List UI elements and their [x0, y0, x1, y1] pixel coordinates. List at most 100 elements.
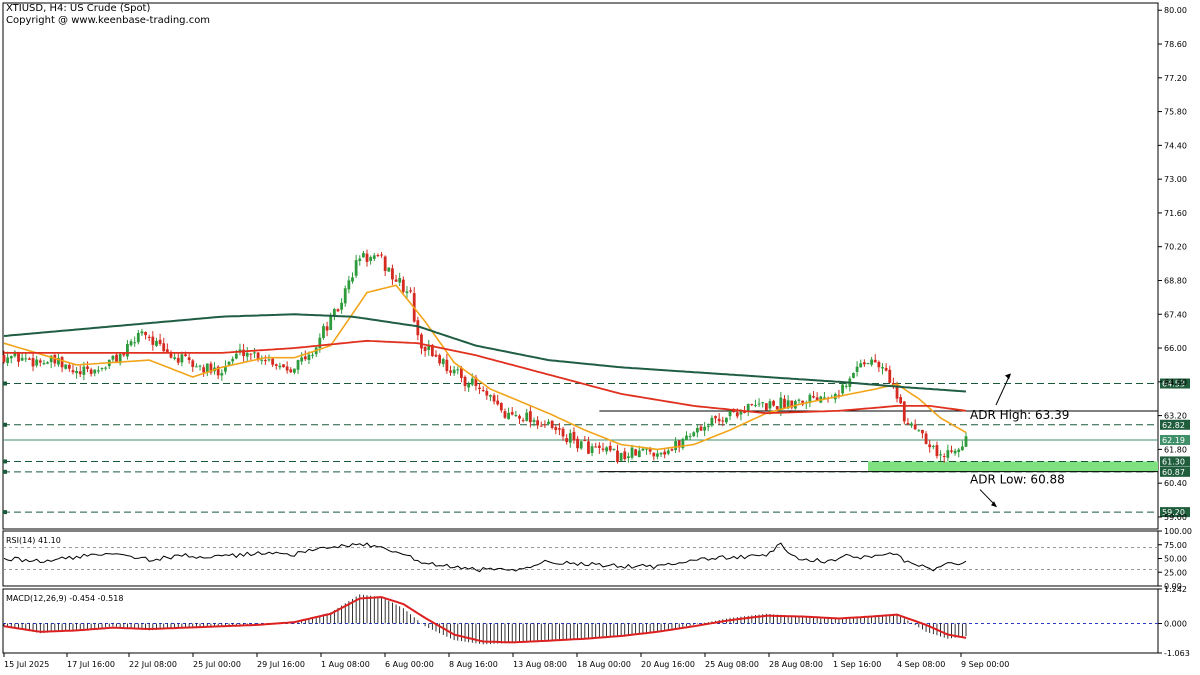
candle-down[interactable]: [380, 254, 383, 256]
candle-up[interactable]: [746, 404, 750, 412]
candle-up[interactable]: [180, 354, 184, 363]
candle-down[interactable]: [942, 456, 946, 458]
candle-up[interactable]: [870, 359, 874, 365]
candle-down[interactable]: [906, 423, 910, 425]
candle-up[interactable]: [227, 361, 231, 365]
candle-down[interactable]: [499, 403, 503, 411]
candle-down[interactable]: [877, 361, 881, 368]
candle-down[interactable]: [608, 445, 612, 451]
candle-up[interactable]: [547, 421, 550, 424]
candle-down[interactable]: [274, 364, 278, 366]
candle-up[interactable]: [456, 369, 460, 371]
candle-down[interactable]: [634, 449, 638, 456]
price-chart[interactable]: 64.5362.8262.1961.3060.8759.20 ADR High:…: [0, 0, 1200, 675]
candle-up[interactable]: [692, 432, 696, 437]
candle-down[interactable]: [576, 438, 579, 449]
candle-down[interactable]: [89, 369, 93, 374]
candle-down[interactable]: [485, 390, 489, 396]
candle-up[interactable]: [514, 414, 518, 417]
candle-up[interactable]: [296, 360, 300, 370]
candle-up[interactable]: [300, 357, 304, 362]
candle-up[interactable]: [659, 452, 663, 455]
candle-down[interactable]: [735, 412, 739, 417]
candle-down[interactable]: [187, 357, 191, 361]
candle-down[interactable]: [772, 400, 775, 406]
candle-down[interactable]: [587, 441, 590, 454]
candle-up[interactable]: [666, 450, 670, 454]
candle-up[interactable]: [231, 358, 235, 362]
candle-up[interactable]: [489, 395, 492, 397]
candle-down[interactable]: [721, 420, 725, 422]
candle-down[interactable]: [884, 368, 888, 371]
candle-up[interactable]: [20, 357, 24, 361]
candle-down[interactable]: [249, 353, 253, 355]
candle-down[interactable]: [144, 332, 147, 336]
candle-up[interactable]: [605, 447, 609, 452]
candle-down[interactable]: [565, 438, 569, 442]
candle-up[interactable]: [630, 447, 634, 458]
candle-up[interactable]: [267, 359, 271, 361]
candle-up[interactable]: [797, 399, 801, 401]
candle-down[interactable]: [670, 449, 674, 451]
candle-up[interactable]: [532, 420, 536, 422]
candle-up[interactable]: [93, 369, 97, 374]
candle-down[interactable]: [539, 425, 543, 427]
candle-up[interactable]: [293, 368, 296, 373]
candle-up[interactable]: [470, 378, 474, 385]
candle-up[interactable]: [24, 358, 28, 360]
candle-down[interactable]: [31, 358, 35, 367]
candle-up[interactable]: [964, 436, 968, 447]
candle-down[interactable]: [122, 353, 126, 356]
candle-up[interactable]: [133, 342, 137, 344]
candle-down[interactable]: [282, 364, 285, 368]
candle-up[interactable]: [852, 372, 855, 378]
candle-down[interactable]: [783, 398, 786, 408]
candle-up[interactable]: [761, 402, 765, 404]
candle-up[interactable]: [307, 354, 311, 360]
candle-up[interactable]: [619, 453, 623, 461]
candle-down[interactable]: [536, 420, 540, 426]
candle-down[interactable]: [463, 376, 467, 387]
candle-down[interactable]: [902, 401, 906, 422]
candle-up[interactable]: [768, 401, 772, 409]
candle-up[interactable]: [525, 412, 529, 421]
candle-down[interactable]: [561, 428, 565, 437]
candle-down[interactable]: [481, 389, 485, 391]
candle-up[interactable]: [369, 257, 373, 261]
candle-down[interactable]: [336, 309, 340, 312]
candle-down[interactable]: [158, 339, 162, 344]
candle-up[interactable]: [332, 309, 336, 316]
candle-down[interactable]: [449, 370, 452, 373]
candle-down[interactable]: [663, 451, 667, 455]
candle-down[interactable]: [401, 279, 405, 292]
candle-up[interactable]: [35, 359, 39, 366]
candle-up[interactable]: [656, 453, 659, 457]
candle-down[interactable]: [623, 451, 627, 460]
candle-up[interactable]: [452, 369, 456, 374]
candle-down[interactable]: [594, 446, 598, 448]
candle-up[interactable]: [507, 412, 510, 420]
candle-up[interactable]: [173, 357, 177, 359]
candle-up[interactable]: [703, 426, 707, 431]
candle-down[interactable]: [434, 354, 438, 357]
candle-up[interactable]: [626, 456, 630, 458]
candle-down[interactable]: [572, 431, 576, 441]
candle-up[interactable]: [6, 357, 10, 364]
candle-up[interactable]: [590, 446, 594, 454]
candle-down[interactable]: [191, 360, 195, 367]
candle-up[interactable]: [866, 363, 870, 365]
candle-down[interactable]: [17, 352, 20, 362]
candle-down[interactable]: [935, 445, 939, 457]
candle-down[interactable]: [583, 439, 587, 441]
candle-up[interactable]: [881, 367, 884, 369]
candle-up[interactable]: [957, 449, 961, 453]
candle-up[interactable]: [579, 441, 583, 449]
candle-up[interactable]: [844, 385, 848, 387]
candle-up[interactable]: [234, 353, 238, 359]
candle-down[interactable]: [518, 415, 521, 419]
candle-up[interactable]: [347, 280, 351, 290]
candle-up[interactable]: [136, 332, 140, 343]
candle-down[interactable]: [558, 428, 561, 430]
candle-down[interactable]: [521, 420, 525, 422]
candle-up[interactable]: [100, 368, 104, 370]
